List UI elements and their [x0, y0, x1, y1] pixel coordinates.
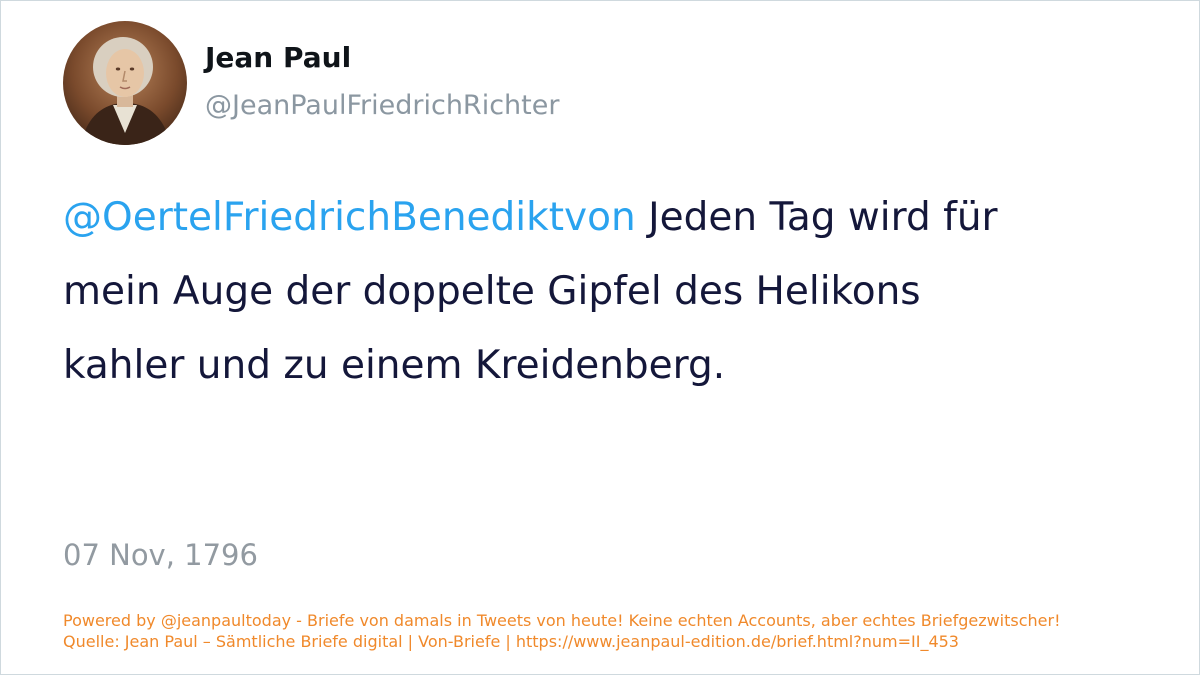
portrait-avatar-icon [63, 21, 187, 145]
footer-source: Quelle: Jean Paul – Sämtliche Briefe dig… [63, 632, 959, 651]
author-avatar[interactable] [63, 21, 187, 145]
tweet-card: Jean Paul @JeanPaulFriedrichRichter @Oer… [0, 0, 1200, 675]
footer: Powered by @jeanpaultoday - Briefe von d… [63, 610, 1183, 652]
tweet-date: 07 Nov, 1796 [63, 538, 258, 572]
author-handle[interactable]: @JeanPaulFriedrichRichter [205, 90, 559, 121]
footer-powered-by: Powered by @jeanpaultoday - Briefe von d… [63, 611, 1061, 630]
tweet-text: @OertelFriedrichBenediktvon Jeden Tag wi… [63, 181, 1023, 403]
mention-link[interactable]: @OertelFriedrichBenediktvon [63, 195, 636, 240]
author-name[interactable]: Jean Paul [205, 41, 351, 74]
